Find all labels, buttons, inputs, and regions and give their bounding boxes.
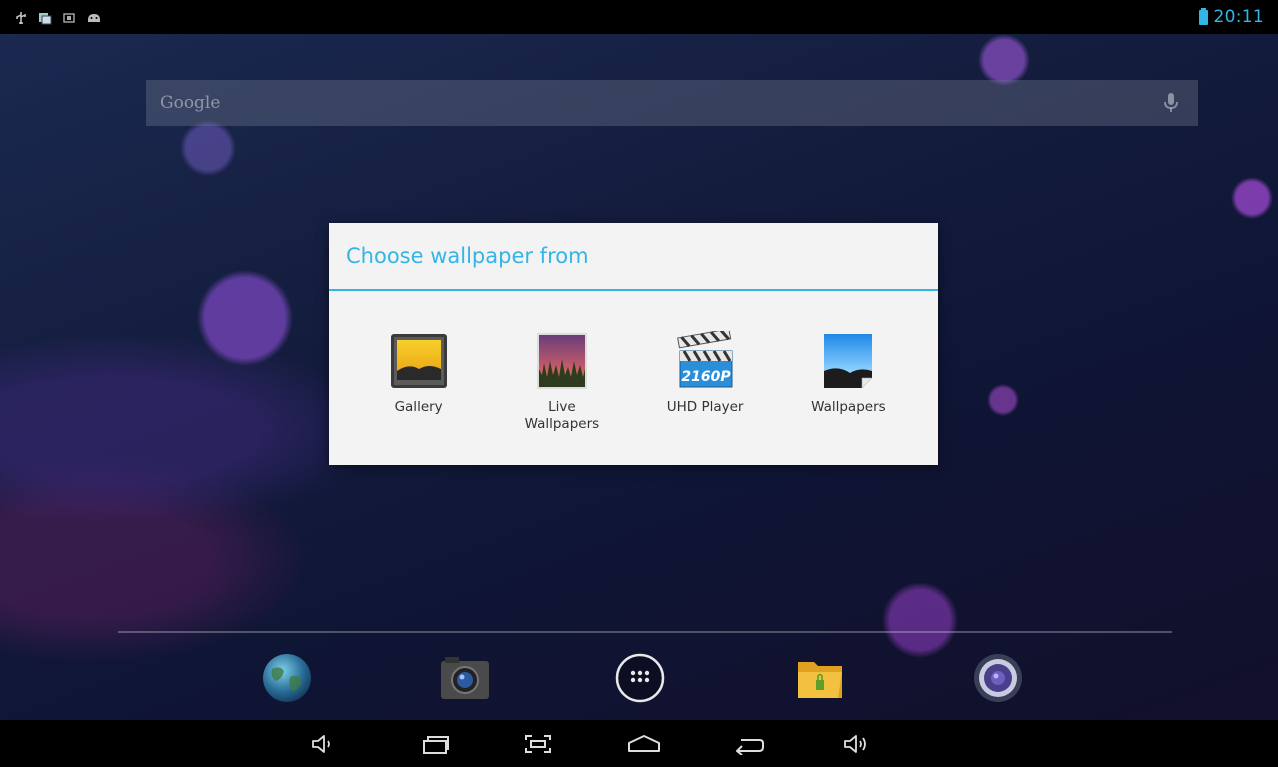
google-search-bar[interactable]: Google xyxy=(146,80,1198,126)
recent-apps-icon[interactable] xyxy=(416,728,456,760)
navigation-bar xyxy=(0,720,1278,767)
option-gallery[interactable]: Gallery xyxy=(354,329,484,433)
android-debug-icon xyxy=(86,10,100,24)
screenshot-frame-icon[interactable] xyxy=(518,728,558,760)
music-speaker-icon[interactable] xyxy=(968,648,1028,708)
screenshot-icon xyxy=(62,10,76,24)
dialog-title: Choose wallpaper from xyxy=(329,223,938,291)
choose-wallpaper-dialog: Choose wallpaper from Gallery Live Wallp… xyxy=(329,223,938,465)
microphone-icon[interactable] xyxy=(1162,91,1180,115)
home-icon[interactable] xyxy=(624,728,664,760)
option-label: Live Wallpapers xyxy=(524,399,600,432)
search-placeholder: Google xyxy=(160,93,221,113)
wallpaper-source-list: Gallery Live Wallpapers 2160P UHD Player… xyxy=(329,291,938,433)
status-clock: 20:11 xyxy=(1213,7,1264,27)
option-label: Gallery xyxy=(394,399,443,415)
volume-up-icon[interactable] xyxy=(836,728,876,760)
notification-icon xyxy=(38,10,52,25)
wallpapers-icon xyxy=(816,329,880,393)
browser-globe-icon[interactable] xyxy=(257,648,317,708)
option-live-wallpapers[interactable]: Live Wallpapers xyxy=(497,329,627,433)
option-label: Wallpapers xyxy=(811,399,886,415)
home-screen-wallpaper: 20:11 Google Choose wallpaper from Galle… xyxy=(0,0,1278,767)
file-manager-icon[interactable] xyxy=(790,648,850,708)
app-drawer-icon[interactable] xyxy=(610,648,670,708)
volume-down-icon[interactable] xyxy=(302,728,342,760)
live-wallpapers-icon xyxy=(530,329,594,393)
battery-icon xyxy=(1198,7,1208,25)
status-bar: 20:11 xyxy=(0,0,1278,34)
option-wallpapers[interactable]: Wallpapers xyxy=(783,329,913,433)
dock xyxy=(0,648,1278,718)
gallery-icon xyxy=(387,329,451,393)
camera-icon[interactable] xyxy=(435,648,495,708)
option-uhd-player[interactable]: 2160P UHD Player xyxy=(640,329,770,433)
usb-icon xyxy=(14,10,28,24)
option-label: UHD Player xyxy=(666,399,744,415)
uhd-player-icon: 2160P xyxy=(673,329,737,393)
back-icon[interactable] xyxy=(730,728,770,760)
uhd-icon-text: 2160P xyxy=(682,369,732,385)
dock-divider xyxy=(118,631,1172,633)
